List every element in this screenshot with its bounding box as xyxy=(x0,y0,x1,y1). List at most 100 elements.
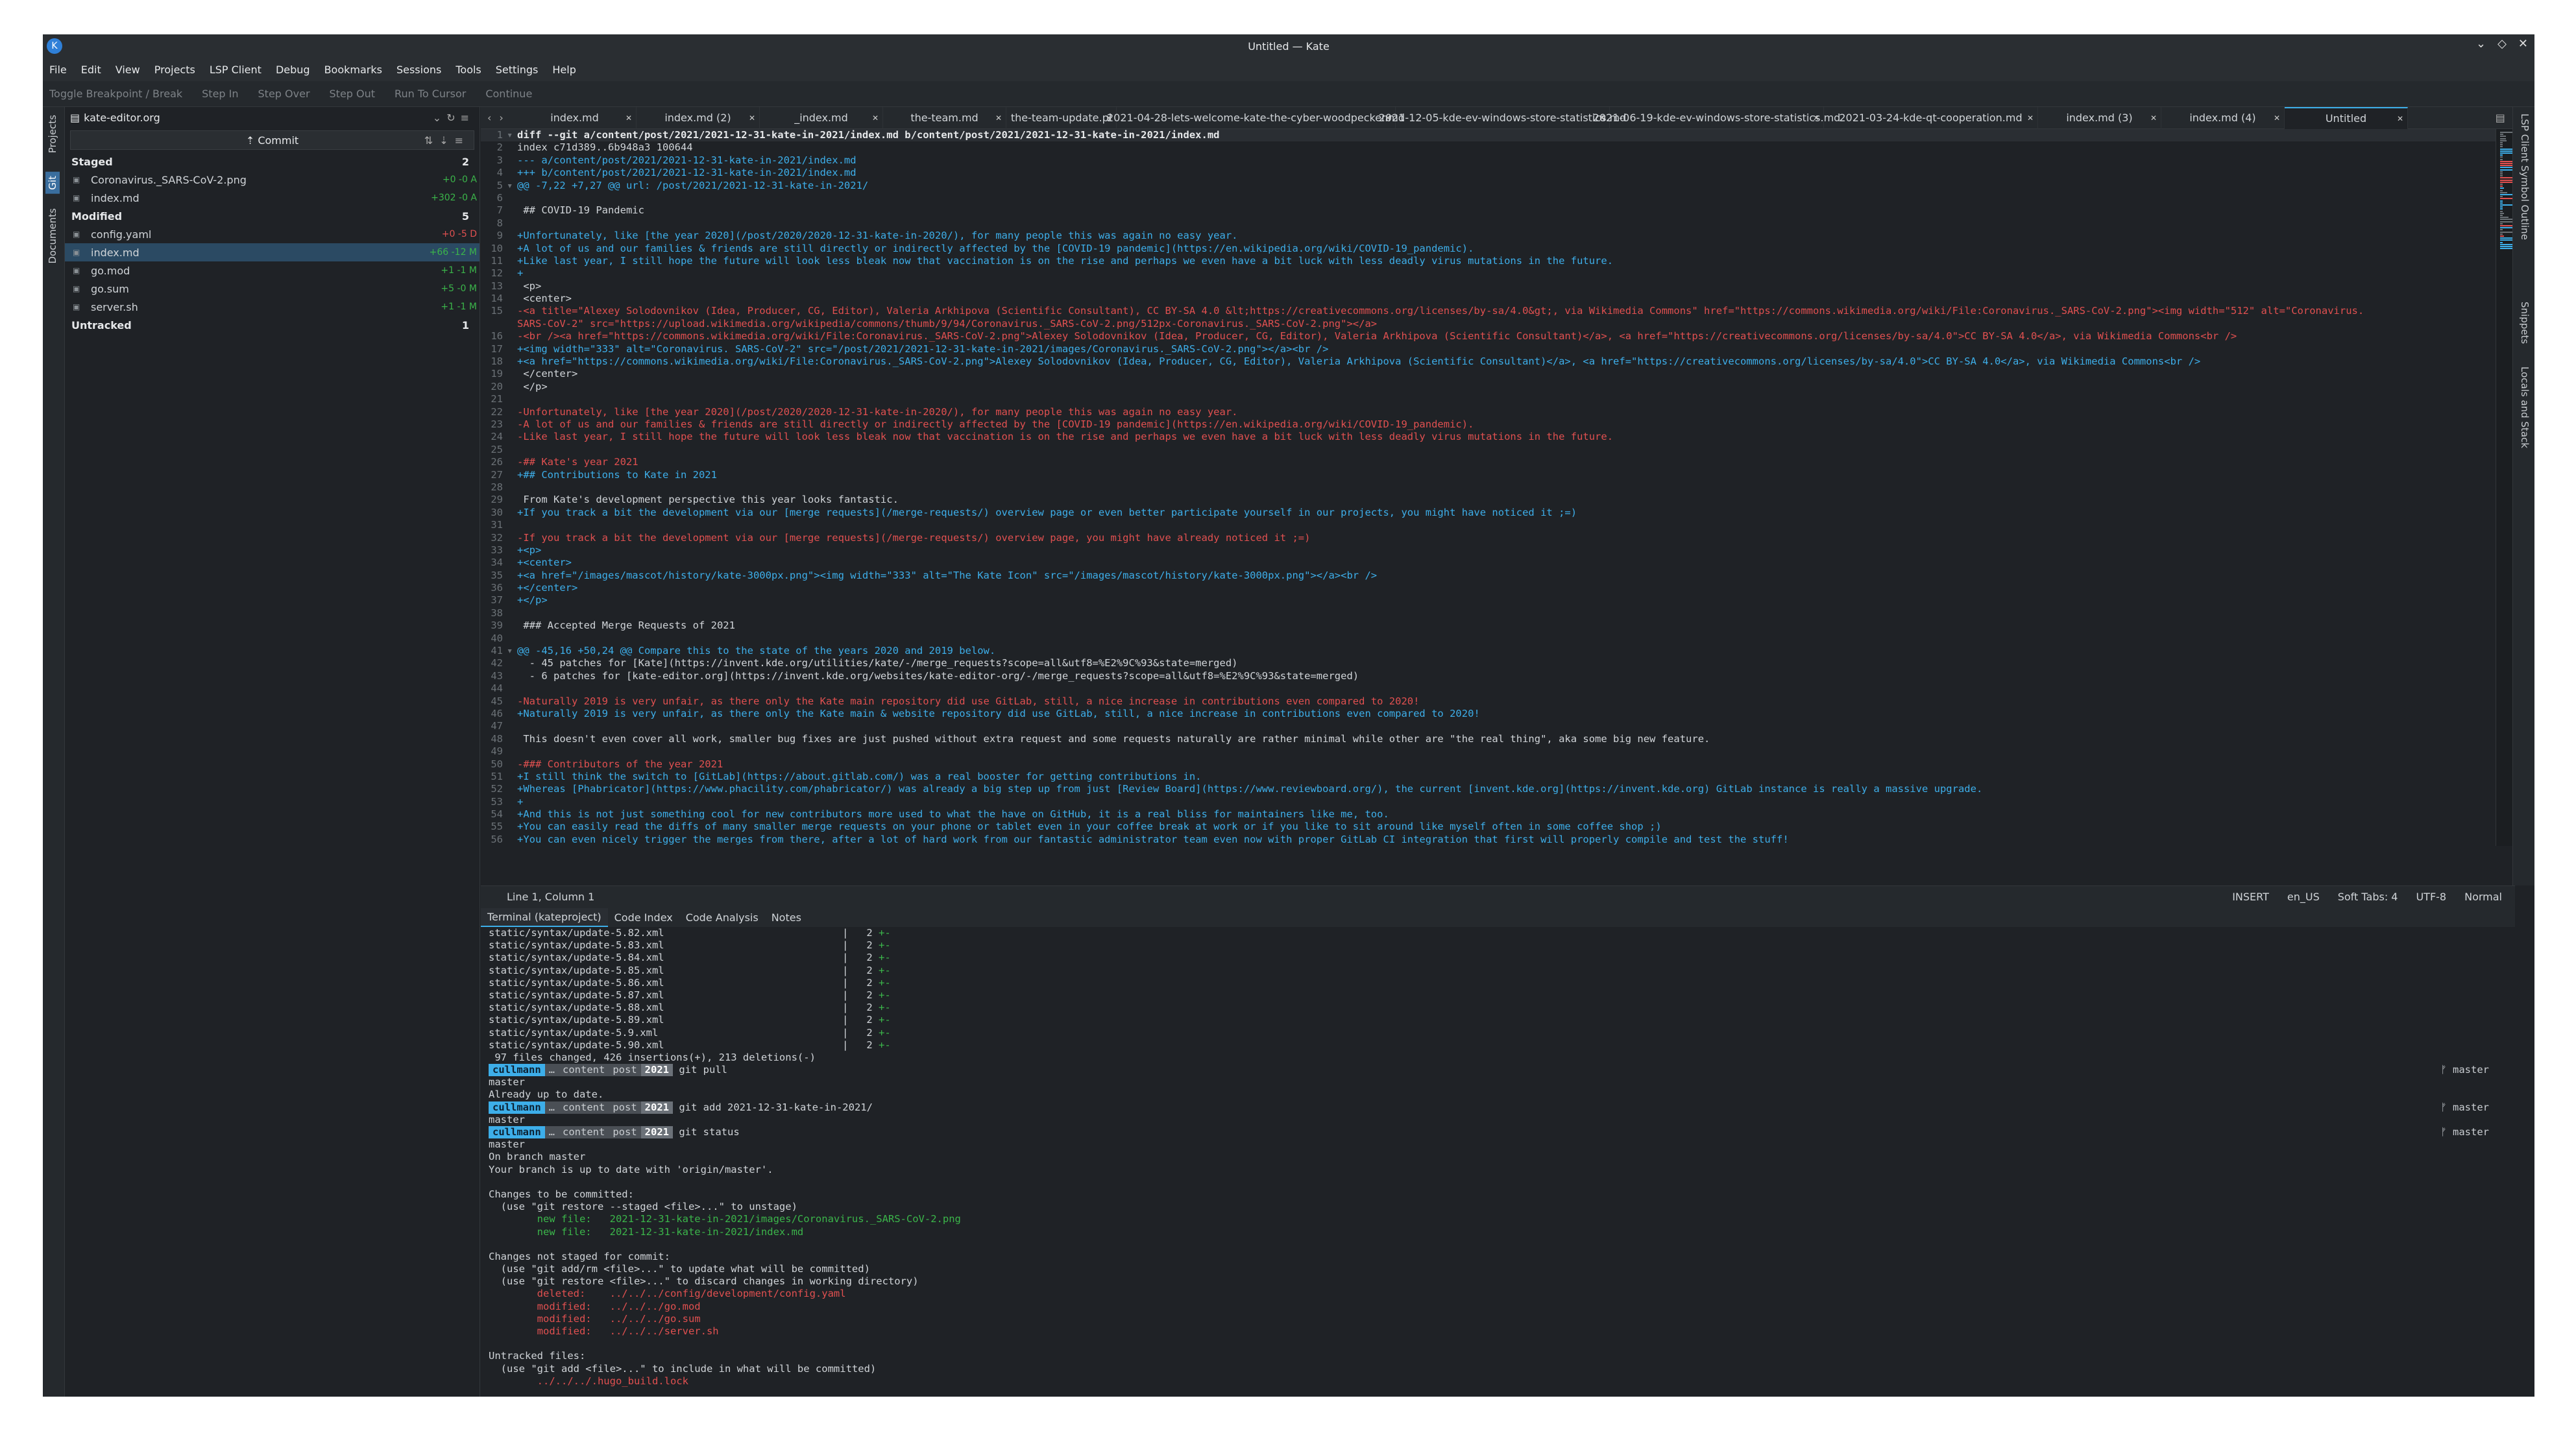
fold-marker xyxy=(507,418,515,431)
kate-window: K Untitled — Kate ⌄ ◇ ✕ File Edit View Projec… xyxy=(43,34,2534,1397)
panel-tab-terminal-kateproject[interactable]: Terminal (kateproject) xyxy=(481,908,608,927)
tab-close-icon[interactable]: ✕ xyxy=(2274,114,2280,123)
line-number: 47 xyxy=(491,720,503,732)
debug-step-in-button[interactable]: Step In xyxy=(202,88,238,100)
git-group-staged[interactable]: Staged 2 xyxy=(65,152,480,171)
menu-settings[interactable]: Settings xyxy=(496,64,539,76)
menu-bookmarks[interactable]: Bookmarks xyxy=(324,64,382,76)
document-tab[interactable]: index.md (3) ✕ xyxy=(2038,106,2161,129)
stat-marks: +- xyxy=(879,939,891,952)
maximize-icon[interactable]: ◇ xyxy=(2497,37,2507,51)
git-group-untracked[interactable]: Untracked 1 xyxy=(65,316,480,334)
git-file-row[interactable]: ▣ server.sh +1 -1 M xyxy=(65,298,480,316)
debug-step-out-button[interactable]: Step Out xyxy=(330,88,376,100)
close-icon[interactable]: ✕ xyxy=(2518,37,2528,51)
tab-close-icon[interactable]: ✕ xyxy=(1813,114,1819,123)
fold-marker xyxy=(507,280,515,293)
minimap-line xyxy=(2500,134,2503,136)
tab-close-icon[interactable]: ✕ xyxy=(2027,114,2034,123)
menu-projects[interactable]: Projects xyxy=(154,64,195,76)
menu-debug[interactable]: Debug xyxy=(276,64,310,76)
terminal[interactable]: static/syntax/update-5.82.xml | 2 +- stati… xyxy=(481,927,2502,1397)
tab-close-icon[interactable]: ✕ xyxy=(995,114,1002,123)
code-line: 56 +You can even nicely trigger the merge… xyxy=(481,834,2518,846)
line-text: diff --git a/content/post/2021/2021-12-3… xyxy=(517,129,1220,141)
menu-view[interactable]: View xyxy=(115,64,140,76)
code-line: 30 +If you track a bit the development vi… xyxy=(481,507,2518,519)
menu-lsp-client[interactable]: LSP Client xyxy=(210,64,261,76)
tab-close-icon[interactable]: ✕ xyxy=(872,114,879,123)
file-name: server.sh xyxy=(91,300,138,313)
document-tabs: ‹› index.md ✕ index.md (2) ✕ _index.md ✕ the-te… xyxy=(481,106,2534,129)
git-header-icons[interactable]: ⌄↻≡ xyxy=(433,112,474,124)
menu-help[interactable]: Help xyxy=(552,64,576,76)
fold-marker[interactable]: ▾ xyxy=(507,129,515,141)
git-file-row[interactable]: ▣ go.sum +5 -0 M xyxy=(65,280,480,298)
document-tab[interactable]: 2021-06-19-kde-ev-windows-store-statisti… xyxy=(1593,106,1840,129)
dictionary-select[interactable]: en_US xyxy=(2287,891,2320,903)
line-number: 35 xyxy=(491,569,503,581)
git-file-row[interactable]: ▣ Coronavirus._SARS-CoV-2.png +0 -0 A xyxy=(65,171,480,189)
sidebar-tab-documents[interactable]: Documents xyxy=(45,204,60,268)
tab-nav-arrows[interactable]: ‹› xyxy=(481,112,513,124)
menu-file[interactable]: File xyxy=(49,64,67,76)
sidebar-tab-projects[interactable]: Projects xyxy=(45,111,60,157)
debug-continue-button[interactable]: Continue xyxy=(485,88,532,100)
indent-select[interactable]: Soft Tabs: 4 xyxy=(2338,891,2398,903)
menu-sessions[interactable]: Sessions xyxy=(396,64,441,76)
commit-button[interactable]: ⇡ Commit ⇅⇣≡ xyxy=(70,130,474,150)
highlight-mode-select[interactable]: Normal xyxy=(2464,891,2502,903)
panel-tab-code-index[interactable]: Code Index xyxy=(608,909,679,926)
tab-close-icon[interactable]: ✕ xyxy=(2150,114,2157,123)
line-text: @@ -45,16 +50,24 @@ Compare this to the … xyxy=(517,645,996,657)
git-file-row[interactable]: ▣ index.md +302 -0 A xyxy=(65,189,480,207)
panel-tab-notes[interactable]: Notes xyxy=(765,909,808,926)
sidebar-tab-git[interactable]: Git xyxy=(45,172,60,194)
project-name[interactable]: kate-editor.org xyxy=(84,112,160,124)
code-line: 41 ▾ @@ -45,16 +50,24 @@ Compare this to t… xyxy=(481,645,2518,657)
code-view[interactable]: 1 ▾ diff --git a/content/post/2021/2021-12… xyxy=(481,129,2518,846)
debug-run-to-cursor-button[interactable]: Run To Cursor xyxy=(395,88,466,100)
fold-marker xyxy=(507,834,515,846)
sidebar-tab-symbol-outline[interactable]: LSP Client Symbol Outline xyxy=(2519,114,2531,240)
document-tab[interactable]: index.md (4) ✕ xyxy=(2161,106,2285,129)
document-tab[interactable]: Untitled ✕ xyxy=(2285,106,2408,129)
kate-app-icon[interactable]: K xyxy=(47,38,62,54)
document-tab[interactable]: index.md (2) ✕ xyxy=(637,106,760,129)
fold-marker[interactable]: ▾ xyxy=(507,645,515,657)
fold-marker xyxy=(507,519,515,531)
document-tab[interactable]: _index.md ✕ xyxy=(760,106,883,129)
document-tab[interactable]: the-team.md ✕ xyxy=(883,106,1006,129)
document-tab[interactable]: 2021-04-28-lets-welcome-kate-the-cyber-w… xyxy=(1107,106,1405,129)
line-number: 29 xyxy=(491,494,503,506)
git-file-row[interactable]: ▣ index.md +66 -12 M xyxy=(65,243,480,261)
menu-tools[interactable]: Tools xyxy=(456,64,481,76)
cursor-position[interactable]: Line 1, Column 1 xyxy=(507,891,594,903)
panel-tab-code-analysis[interactable]: Code Analysis xyxy=(679,909,765,926)
commit-actions[interactable]: ⇅⇣≡ xyxy=(424,134,470,147)
document-tab[interactable]: index.md ✕ xyxy=(513,106,637,129)
sidebar-tab-locals[interactable]: Locals and Stack xyxy=(2519,367,2531,448)
tab-close-icon[interactable]: ✕ xyxy=(2397,114,2403,123)
debug-step-over-button[interactable]: Step Over xyxy=(258,88,310,100)
fold-marker[interactable]: ▾ xyxy=(507,180,515,192)
minimize-icon[interactable]: ⌄ xyxy=(2476,37,2486,51)
git-file-row[interactable]: ▣ go.mod +1 -1 M xyxy=(65,261,480,280)
tab-close-icon[interactable]: ✕ xyxy=(626,114,632,123)
line-text: -<br /><a href="https://commons.wikimedi… xyxy=(517,330,2237,343)
encoding-select[interactable]: UTF-8 xyxy=(2416,891,2446,903)
input-mode[interactable]: INSERT xyxy=(2232,891,2269,903)
git-file-row[interactable]: ▣ config.yaml +0 -5 D xyxy=(65,225,480,243)
code-line: 18 +<a href="https://commons.wikimedia.or… xyxy=(481,355,2518,368)
code-line: 20 </p> xyxy=(481,381,2518,393)
fold-marker xyxy=(507,783,515,795)
menu-edit[interactable]: Edit xyxy=(81,64,101,76)
debug-toggle-breakpoint-break-button[interactable]: Toggle Breakpoint / Break xyxy=(49,88,182,100)
sidebar-tab-snippets[interactable]: Snippets xyxy=(2519,302,2531,344)
document-tab[interactable]: 2021-03-24-kde-qt-cooperation.md ✕ xyxy=(1824,106,2038,129)
document-tab[interactable]: 2021-12-05-kde-ev-windows-store-statisti… xyxy=(1379,106,1626,129)
git-group-modified[interactable]: Modified 5 xyxy=(65,207,480,225)
tab-close-icon[interactable]: ✕ xyxy=(749,114,755,123)
file-icon: ▣ xyxy=(73,248,80,257)
document-tab[interactable]: the-team-update.pl ✕ xyxy=(1006,106,1117,129)
